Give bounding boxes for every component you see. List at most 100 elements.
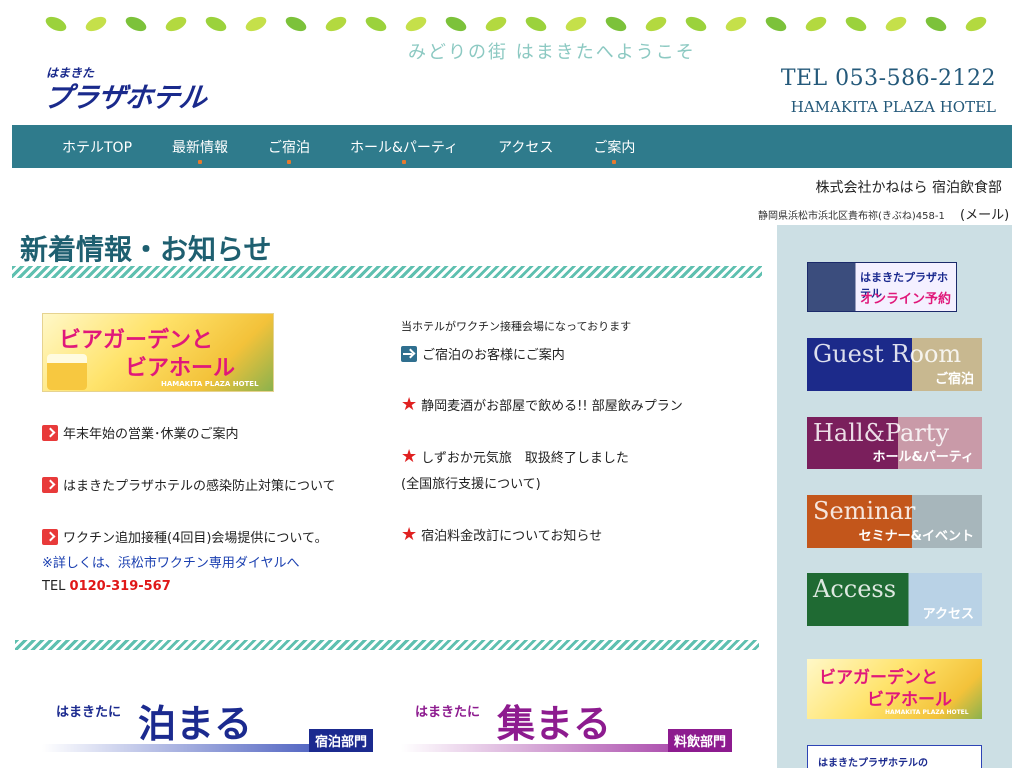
tel-label: TEL: [42, 579, 70, 594]
leaf-icon: [925, 16, 947, 32]
leaf-icon: [85, 16, 107, 32]
banner-tag: 料飲部門: [667, 729, 732, 752]
news-link-guest-info[interactable]: ご宿泊のお客様にご案内: [401, 344, 565, 363]
nav-stay[interactable]: ご宿泊: [268, 137, 311, 164]
news-label: ご宿泊のお客様にご案内: [422, 348, 565, 363]
nav-news[interactable]: 最新情報: [172, 137, 229, 164]
vaccine-tel: TEL 0120-319-567: [42, 579, 171, 594]
food-department-banner[interactable]: はまきたに 集まる 料飲部門: [401, 689, 732, 752]
main-nav: ホテルTOP 最新情報 ご宿泊 ホール&パーティ アクセス ご案内: [12, 125, 1012, 168]
banner-english: Guest Room: [813, 340, 962, 368]
access-banner[interactable]: Access アクセス: [807, 573, 982, 626]
news-label: はまきたプラザホテルの感染防止対策について: [63, 479, 336, 494]
banner-japanese: アクセス: [922, 607, 974, 622]
leaf-icon: [405, 16, 427, 32]
news-link-price-revision[interactable]: ★ 宿泊料金改訂についてお知らせ: [401, 525, 602, 544]
beer-garden-side-banner[interactable]: ビアガーデンと ビアホール HAMAKITA PLAZA HOTEL: [807, 659, 982, 719]
arrow-right-icon: [401, 345, 417, 362]
leaf-icon: [45, 16, 67, 32]
leaf-icon: [285, 16, 307, 32]
banner-english: Access: [813, 575, 897, 603]
leaf-icon: [885, 16, 907, 32]
nav-access[interactable]: アクセス: [498, 137, 553, 157]
leaf-icon: [125, 16, 147, 32]
leaf-icon: [605, 16, 627, 32]
leaf-icon: [765, 16, 787, 32]
leaf-icon: [805, 16, 827, 32]
beer-banner-line2: ビアホール: [125, 356, 236, 381]
news-label: しずおか元気旅 取扱終了しました: [421, 451, 629, 466]
banner-japanese: ホール&パーティ: [872, 450, 974, 465]
nav-label: ご案内: [593, 139, 636, 156]
news-link-vaccine[interactable]: ワクチン追加接種(4回目)会場提供について。: [42, 527, 328, 546]
leaf-icon: [325, 16, 347, 32]
sidebar: はまきたプラザホテル オンライン予約 Guest Room ご宿泊 Hall&P…: [777, 225, 1012, 768]
online-booking-banner[interactable]: はまきたプラザホテル オンライン予約: [807, 262, 957, 312]
arrow-right-icon: [42, 424, 58, 441]
stay-department-banner[interactable]: はまきたに 泊まる 宿泊部門: [42, 689, 373, 752]
star-icon: ★: [401, 445, 418, 467]
nav-hall-party[interactable]: ホール&パーティ: [350, 137, 459, 164]
guest-room-banner[interactable]: Guest Room ご宿泊: [807, 338, 982, 391]
hotel-logo[interactable]: はまきた プラザホテル: [42, 64, 268, 114]
company-name: 株式会社かねはら 宿泊飲食部: [815, 180, 1002, 196]
logo-main-text: プラザホテル: [42, 81, 208, 114]
vaccine-dial-link[interactable]: ※詳しくは、浜松市ワクチン専用ダイヤルへ: [42, 552, 300, 571]
arrow-right-icon: [42, 528, 58, 545]
leaf-icon: [245, 16, 267, 32]
leaf-icon: [445, 16, 467, 32]
news-link-travel-support[interactable]: (全国旅行支援について): [401, 473, 541, 492]
banner-japanese: セミナー&イベント: [858, 529, 974, 544]
note-text: 当ホテルがワクチン接種会場になっております: [401, 320, 632, 333]
tel-number[interactable]: 0120-319-567: [70, 579, 171, 594]
arrow-right-icon: [42, 476, 58, 493]
beer-side-sub: HAMAKITA PLAZA HOTEL: [885, 709, 969, 716]
banner-english: Seminar: [813, 497, 916, 525]
company-address: 静岡県浜松市浜北区貴布祢(きぶね)458-1: [758, 211, 945, 222]
news-label: (全国旅行支援について): [401, 477, 541, 492]
banner-tag: 宿泊部門: [308, 729, 373, 752]
leaf-icon: [485, 16, 507, 32]
leaf-icon: [725, 16, 747, 32]
news-link-newyear[interactable]: 年末年始の営業･休業のご案内: [42, 423, 239, 442]
news-link-room-drink-plan[interactable]: ★ 静岡麦酒がお部屋で飲める!! 部屋飲みプラン: [401, 395, 683, 414]
beer-glass-icon: [47, 354, 87, 390]
mail-link[interactable]: (メール): [960, 204, 1009, 223]
nav-label: アクセス: [498, 139, 554, 156]
leaf-icon: [645, 16, 667, 32]
leaf-icon: [685, 16, 707, 32]
star-icon: ★: [401, 523, 418, 545]
leaf-icon: [565, 16, 587, 32]
nav-guide[interactable]: ご案内: [593, 137, 636, 164]
seminar-banner[interactable]: Seminar セミナー&イベント: [807, 495, 982, 548]
leaf-icon: [965, 16, 987, 32]
nav-label: 最新情報: [172, 139, 229, 156]
news-label: 宿泊料金改訂についてお知らせ: [421, 529, 603, 544]
beer-banner-sub: HAMAKITA PLAZA HOTEL: [161, 380, 259, 388]
beer-garden-banner[interactable]: ビアガーデンと ビアホール HAMAKITA PLAZA HOTEL: [42, 313, 274, 392]
banner-english: Hall&Party: [813, 419, 950, 447]
nav-dot-icon: [612, 159, 617, 164]
stripe-divider: [15, 640, 759, 650]
stripe-divider: [12, 266, 762, 278]
nav-label: ご宿泊: [268, 139, 311, 156]
header-phone: TEL 053-586-2122: [780, 66, 996, 91]
infection-measures-banner[interactable]: はまきたプラザホテルの: [807, 745, 982, 768]
vaccine-venue-note: 当ホテルがワクチン接種会場になっております: [401, 318, 631, 334]
online-line2: オンライン予約: [860, 292, 952, 307]
leaf-icon: [165, 16, 187, 32]
banner-japanese: ご宿泊: [934, 372, 974, 387]
news-link-infection[interactable]: はまきたプラザホテルの感染防止対策について: [42, 475, 336, 494]
nav-hotel-top[interactable]: ホテルTOP: [62, 137, 132, 157]
hotel-english-name: HAMAKITA PLAZA HOTEL: [790, 98, 996, 116]
news-label: ワクチン追加接種(4回目)会場提供について。: [63, 531, 328, 546]
banner-big-text: 泊まる: [138, 701, 253, 746]
nav-dot-icon: [402, 159, 407, 164]
news-link-genki-tabi[interactable]: ★ しずおか元気旅 取扱終了しました: [401, 447, 629, 466]
news-label: 静岡麦酒がお部屋で飲める!! 部屋飲みプラン: [421, 399, 683, 414]
leaf-icon: [525, 16, 547, 32]
nav-label: ホール&パーティ: [350, 139, 459, 156]
infection-text: はまきたプラザホテルの: [818, 758, 928, 768]
banner-pre-text: はまきたに: [56, 705, 122, 720]
hall-party-banner[interactable]: Hall&Party ホール&パーティ: [807, 417, 982, 469]
